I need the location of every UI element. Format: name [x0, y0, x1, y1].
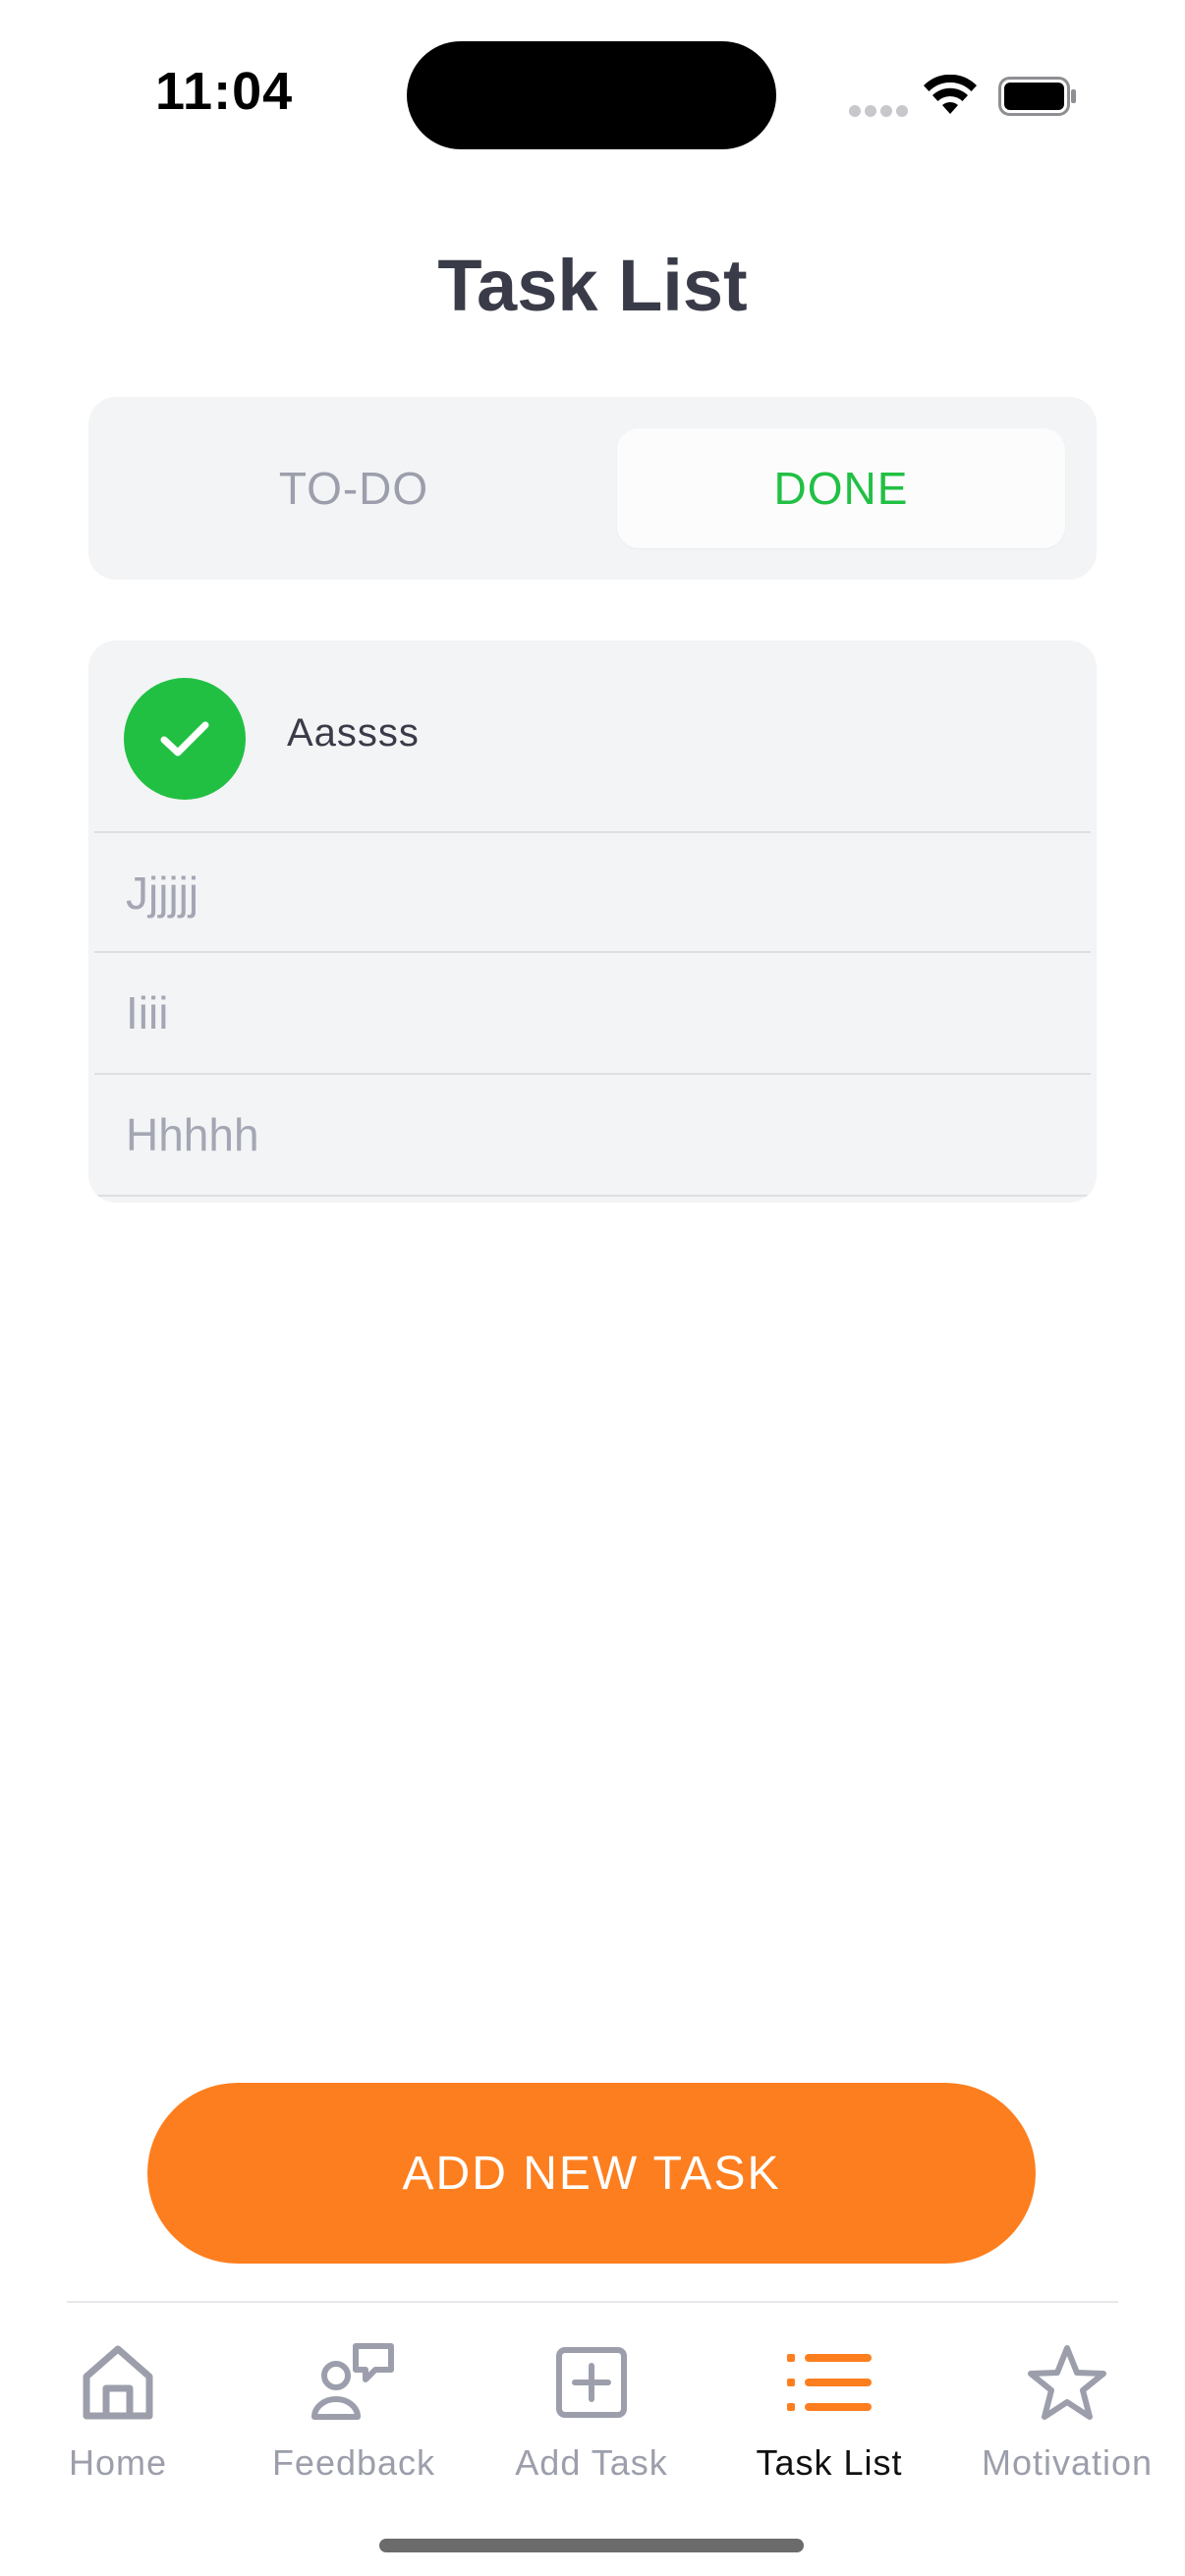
status-time: 11:04	[155, 62, 294, 121]
tab-bar-divider	[67, 2301, 1118, 2303]
tab-motivation-label: Motivation	[981, 2442, 1154, 2483]
star-icon	[1023, 2338, 1111, 2427]
add-square-icon	[547, 2338, 636, 2427]
tab-add-task[interactable]: Add Task	[474, 2338, 709, 2495]
tab-task-list[interactable]: Task List	[711, 2338, 947, 2495]
battery-icon	[998, 77, 1076, 116]
wifi-icon	[924, 75, 977, 114]
tab-home[interactable]: Home	[0, 2338, 236, 2495]
tab-feedback-label: Feedback	[271, 2442, 436, 2483]
task-list: Aassss Jjjjjj Iiii Hhhhh	[88, 641, 1097, 1203]
task-row[interactable]: Aassss	[94, 641, 1091, 833]
task-label: Hhhhh	[126, 1109, 259, 1160]
tab-done[interactable]: DONE	[617, 428, 1065, 548]
tab-feedback[interactable]: Feedback	[236, 2338, 472, 2495]
task-checkbox[interactable]	[124, 678, 246, 800]
task-list-screen: 11:04 Task List TO-DO DONE Aassss Jjjjjj…	[0, 0, 1185, 2576]
tab-todo[interactable]: TO-DO	[120, 428, 588, 548]
tab-add-task-label: Add Task	[515, 2442, 668, 2483]
status-segmented-control: TO-DO DONE	[88, 397, 1097, 580]
tab-task-list-label: Task List	[756, 2442, 903, 2483]
cellular-signal-icon	[849, 104, 912, 122]
home-indicator[interactable]	[379, 2539, 804, 2552]
task-row[interactable]: Hhhhh	[94, 1075, 1091, 1197]
task-row[interactable]: Iiii	[94, 953, 1091, 1075]
task-label: Iiii	[126, 987, 169, 1038]
add-new-task-button[interactable]: ADD NEW TASK	[147, 2083, 1036, 2264]
task-label: Aassss	[287, 711, 420, 755]
list-icon	[785, 2338, 874, 2427]
tab-home-label: Home	[68, 2442, 168, 2483]
page-title: Task List	[437, 245, 748, 326]
task-row[interactable]: Jjjjjj	[94, 833, 1091, 953]
task-label: Jjjjjj	[126, 868, 199, 919]
tab-motivation[interactable]: Motivation	[949, 2338, 1185, 2495]
checkmark-icon	[160, 721, 209, 756]
dynamic-island	[407, 41, 776, 149]
status-icons	[845, 69, 1081, 124]
home-icon	[74, 2338, 162, 2427]
feedback-icon	[310, 2338, 398, 2427]
